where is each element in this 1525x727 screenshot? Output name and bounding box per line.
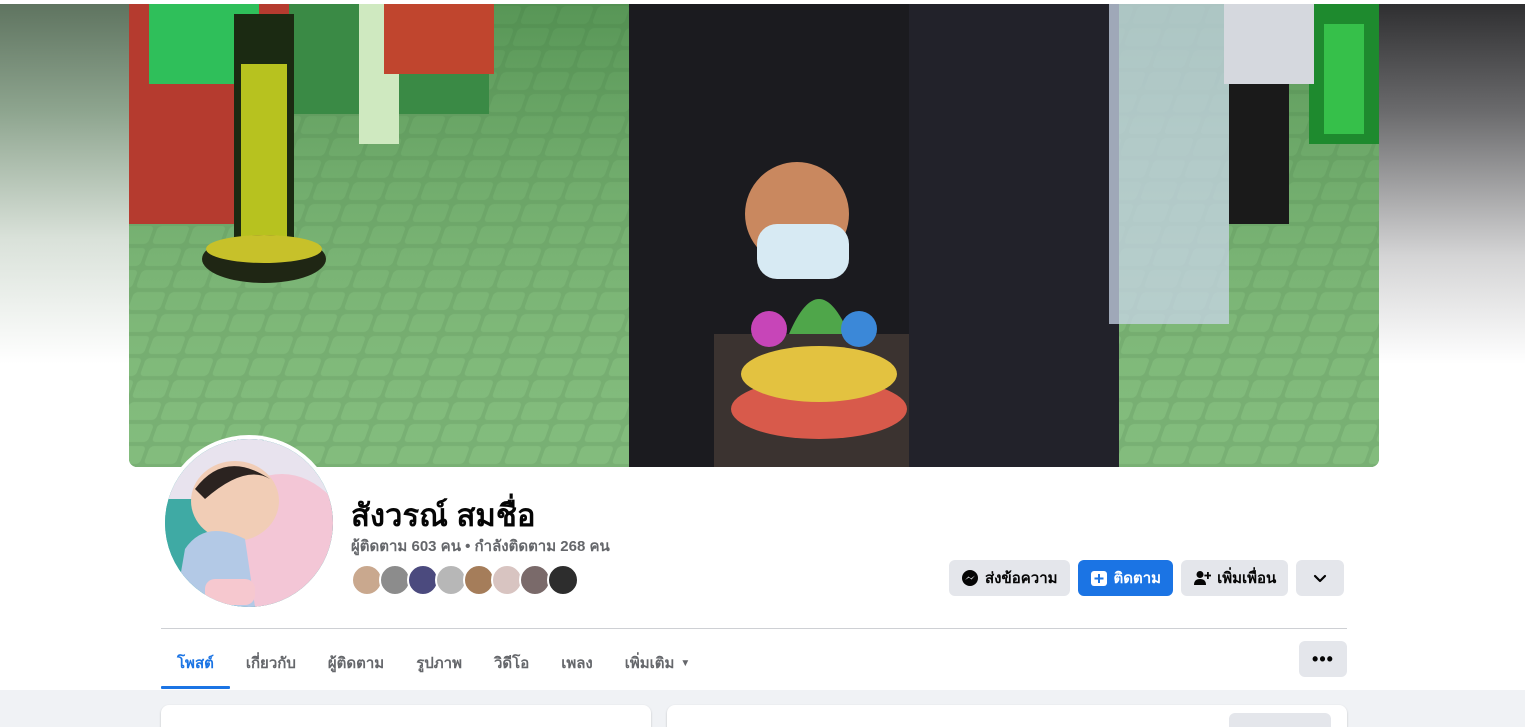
tab-music[interactable]: เพลง <box>545 637 609 689</box>
tab-photos[interactable]: รูปภาพ <box>400 637 478 689</box>
chevron-down-icon <box>1311 569 1329 587</box>
tab-posts[interactable]: โพสต์ <box>161 637 230 689</box>
intro-card <box>161 705 651 727</box>
follow-plus-icon <box>1090 569 1108 587</box>
profile-options-button[interactable] <box>1296 560 1345 596</box>
tab-followers[interactable]: ผู้ติดตาม <box>312 637 400 689</box>
messenger-icon <box>961 569 979 587</box>
tab-label: โพสต์ <box>177 655 214 672</box>
follow-stats[interactable]: ผู้ติดตาม 603 คน • กำลังติดตาม 268 คน <box>351 534 610 558</box>
tab-videos[interactable]: วิดีโอ <box>478 637 545 689</box>
tab-label: วิดีโอ <box>493 655 530 672</box>
add-friend-button[interactable]: เพิ่มเพื่อน <box>1181 560 1289 596</box>
cover-photo[interactable] <box>129 4 1379 467</box>
tab-label: เกี่ยวกับ <box>245 655 296 672</box>
posts-card <box>667 705 1347 727</box>
more-options-button[interactable]: ••• <box>1299 641 1347 677</box>
filters-button[interactable] <box>1229 713 1331 727</box>
message-button-label: ส่งข้อความ <box>985 570 1058 587</box>
avatar <box>165 439 333 607</box>
tab-more[interactable]: เพิ่มเติม ▼ <box>609 637 707 689</box>
profile-picture[interactable] <box>161 435 337 611</box>
caret-down-icon: ▼ <box>680 657 691 669</box>
message-button[interactable]: ส่งข้อความ <box>949 560 1070 596</box>
friend-avatar-stack <box>351 564 579 596</box>
profile-tabs: โพสต์ เกี่ยวกับ ผู้ติดตาม รูปภาพ วิดีโอ … <box>161 637 706 689</box>
add-friend-button-label: เพิ่มเพื่อน <box>1217 570 1277 587</box>
follow-button[interactable]: ติดตาม <box>1077 560 1174 596</box>
tab-label: เพลง <box>561 655 593 672</box>
tab-label: เพิ่มเติม <box>624 655 675 672</box>
follow-button-label: ติดตาม <box>1113 570 1162 587</box>
profile-name: สังวรณ์ สมชื่อ <box>351 498 536 533</box>
profile-actions: ส่งข้อความ ติดตาม เพิ่มเพื่อน <box>949 560 1345 596</box>
friend-avatar[interactable] <box>547 564 579 596</box>
add-friend-icon <box>1193 569 1212 587</box>
tab-about[interactable]: เกี่ยวกับ <box>230 637 312 689</box>
tab-label: รูปภาพ <box>416 655 462 672</box>
tab-label: ผู้ติดตาม <box>327 655 385 672</box>
profile-page: สังวรณ์ สมชื่อ ผู้ติดตาม 603 คน • กำลังต… <box>0 0 1525 727</box>
header-divider <box>161 628 1347 629</box>
